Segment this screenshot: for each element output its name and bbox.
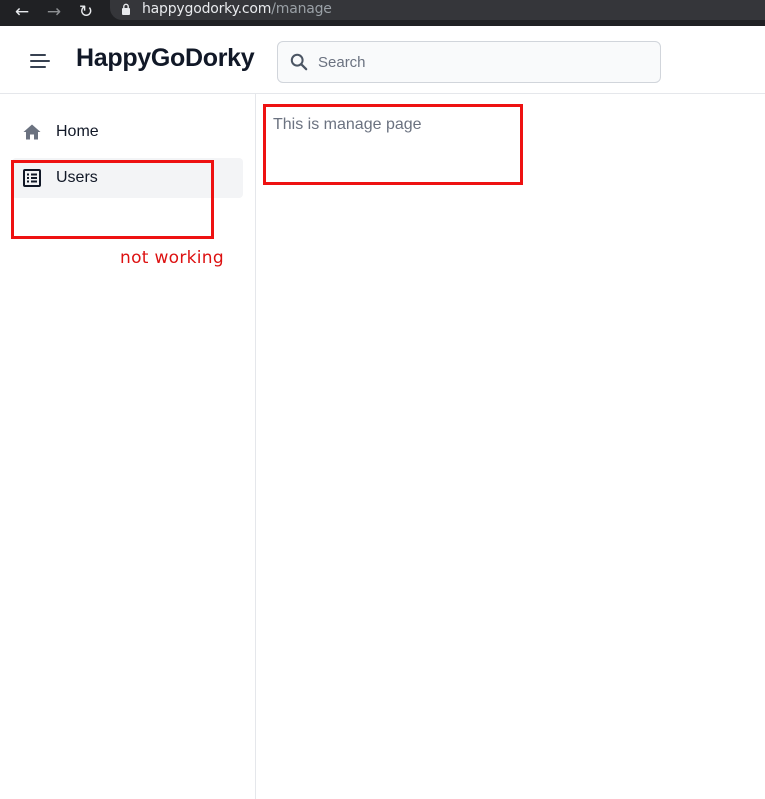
browser-toolbar: ← → ↻ happygodorky.com/manage	[0, 0, 765, 26]
annotation-box-users	[11, 160, 214, 239]
sidebar-item-label: Home	[56, 123, 99, 140]
home-icon	[23, 124, 41, 140]
annotation-box-content	[263, 104, 523, 185]
search-box[interactable]	[277, 41, 661, 83]
url-path: /manage	[271, 1, 332, 17]
forward-arrow-icon[interactable]: →	[43, 1, 65, 23]
address-url[interactable]: happygodorky.com/manage	[142, 1, 332, 18]
search-icon	[290, 53, 308, 71]
menu-toggle-icon[interactable]	[30, 52, 52, 70]
back-arrow-icon[interactable]: ←	[11, 1, 33, 23]
brand-title[interactable]: HappyGoDorky	[76, 44, 255, 73]
main-content: This is manage page	[256, 94, 765, 799]
reload-icon[interactable]: ↻	[75, 1, 97, 23]
lock-icon	[122, 3, 130, 15]
annotation-note: not working	[120, 248, 224, 268]
url-host: happygodorky.com	[142, 1, 272, 17]
sidebar-item-home[interactable]: Home	[12, 112, 243, 152]
search-input[interactable]	[318, 50, 648, 74]
